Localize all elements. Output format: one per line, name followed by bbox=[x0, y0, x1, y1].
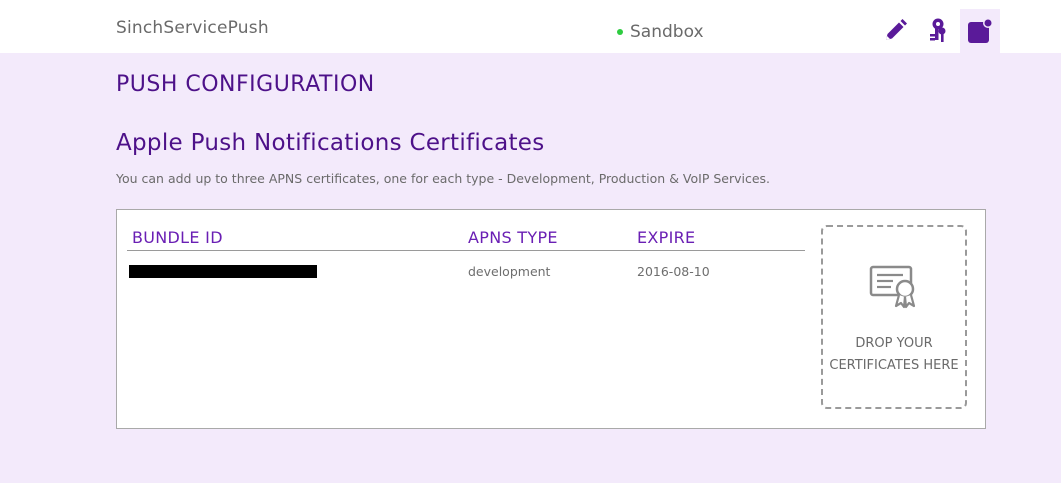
apns-type-cell: development bbox=[468, 264, 551, 279]
top-bar: SinchServicePush Sandbox bbox=[0, 0, 1061, 53]
push-configuration-button[interactable] bbox=[960, 9, 1000, 53]
certificates-panel: BUNDLE ID APNS TYPE EXPIRE development 2… bbox=[116, 209, 986, 429]
certificate-icon bbox=[869, 265, 916, 309]
column-header-expire: EXPIRE bbox=[637, 228, 696, 247]
expire-cell: 2016-08-10 bbox=[637, 264, 710, 279]
certificate-dropzone[interactable]: DROP YOUR CERTIFICATES HERE bbox=[821, 225, 967, 409]
header-divider bbox=[127, 250, 805, 251]
column-header-bundle-id: BUNDLE ID bbox=[132, 228, 223, 247]
column-header-apns-type: APNS TYPE bbox=[468, 228, 558, 247]
environment-label: Sandbox bbox=[630, 22, 704, 42]
push-notification-icon bbox=[968, 18, 993, 43]
redacted-bundle-id bbox=[129, 265, 317, 278]
environment-indicator: Sandbox bbox=[617, 22, 704, 42]
edit-button[interactable] bbox=[875, 9, 915, 53]
status-dot-icon bbox=[617, 29, 623, 35]
section-description: You can add up to three APNS certificate… bbox=[116, 171, 771, 186]
keys-icon bbox=[930, 18, 946, 42]
app-name: SinchServicePush bbox=[116, 18, 269, 38]
page-title: PUSH CONFIGURATION bbox=[116, 72, 375, 97]
section-heading: Apple Push Notifications Certificates bbox=[116, 130, 545, 156]
pencil-icon bbox=[886, 19, 907, 40]
dropzone-label: DROP YOUR CERTIFICATES HERE bbox=[823, 333, 965, 377]
keys-button[interactable] bbox=[917, 9, 957, 53]
dropzone-label-line1: DROP YOUR bbox=[855, 336, 933, 351]
dropzone-label-line2: CERTIFICATES HERE bbox=[829, 358, 959, 373]
table-row[interactable]: development 2016-08-10 bbox=[117, 264, 817, 284]
